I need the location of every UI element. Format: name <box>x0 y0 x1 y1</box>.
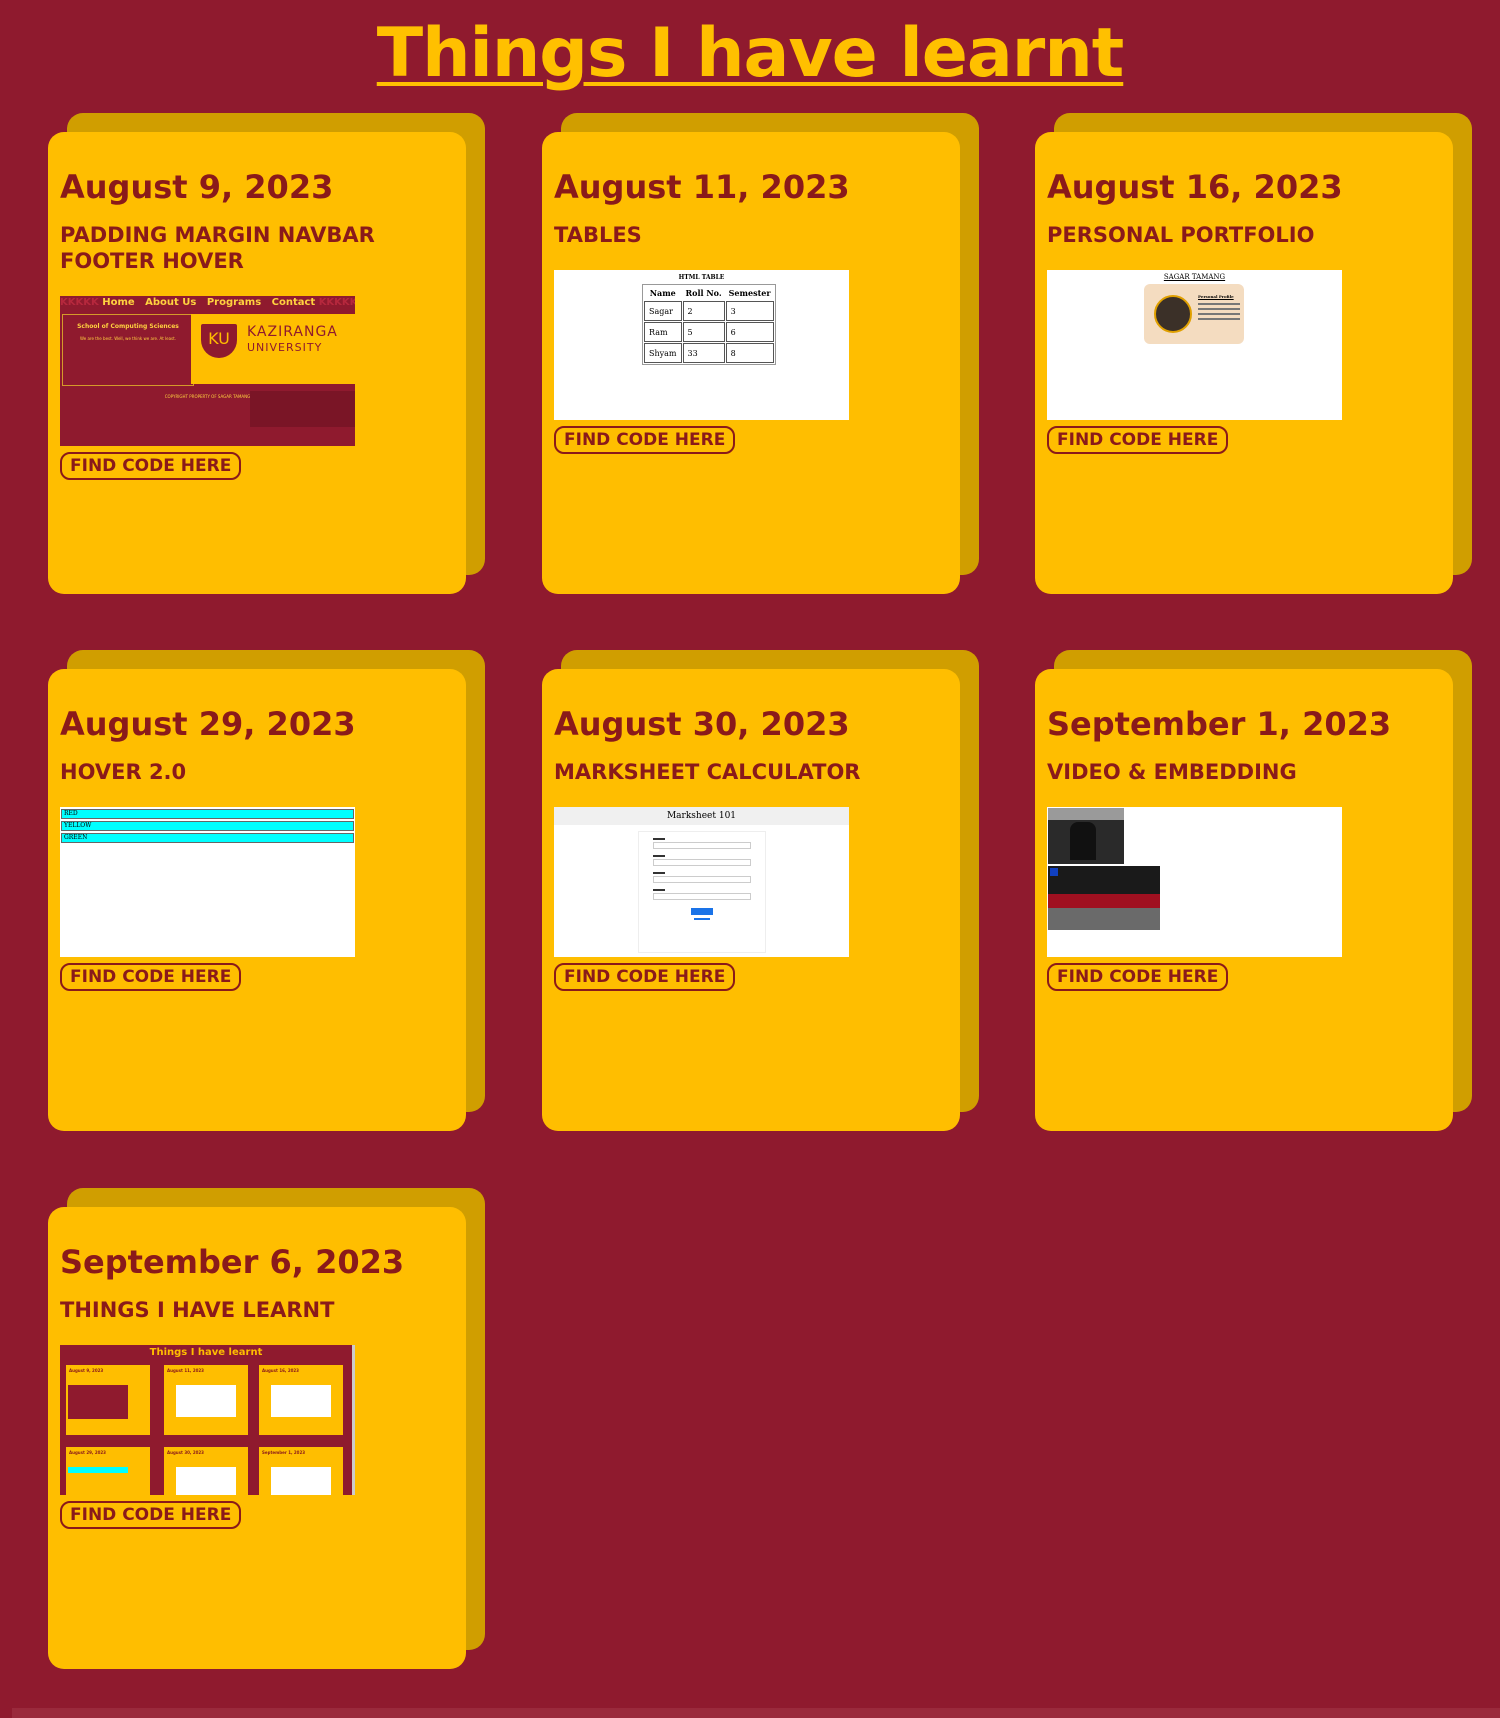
embedded-video <box>1048 866 1160 930</box>
bottom-strip <box>12 1708 1500 1718</box>
card-date: August 16, 2023 <box>1047 168 1343 206</box>
card-title: TABLES <box>554 223 642 247</box>
hover-bar: YELLOW <box>61 821 354 831</box>
find-code-button[interactable]: FIND CODE HERE <box>60 452 242 480</box>
table-row: Sagar 2 3 <box>644 301 774 321</box>
project-screenshot <box>1047 807 1342 957</box>
find-code-button[interactable]: FIND CODE HERE <box>554 426 736 454</box>
sample-table: Name Roll No. Semester Sagar 2 3 Ram 5 6… <box>642 284 776 365</box>
submit-button <box>691 908 713 915</box>
project-screenshot: RED YELLOW GREEN <box>60 807 355 957</box>
card-date: August 29, 2023 <box>60 705 356 743</box>
find-code-button[interactable]: FIND CODE HERE <box>1047 426 1229 454</box>
mini-card: August 29, 2023 <box>66 1447 150 1495</box>
card-date: August 30, 2023 <box>554 705 850 743</box>
card-title: PADDING MARGIN NAVBAR FOOTER HOVER <box>60 223 375 273</box>
profile-lines: Personal Profile <box>1198 294 1240 323</box>
table-caption: HTML TABLE <box>678 274 725 281</box>
avatar <box>1154 295 1192 333</box>
card-body: August 16, 2023 PERSONAL PORTFOLIO SAGAR… <box>1035 132 1453 594</box>
marksheet-heading: Marksheet 101 <box>554 807 849 825</box>
card-title: HOVER 2.0 <box>60 760 187 784</box>
portfolio-name: SAGAR TAMANG <box>1163 273 1226 281</box>
find-code-button[interactable]: FIND CODE HERE <box>554 963 736 991</box>
card-body: September 1, 2023 VIDEO & EMBEDDING FIND… <box>1035 669 1453 1131</box>
card-title: PERSONAL PORTFOLIO <box>1047 223 1315 247</box>
card-body: September 6, 2023 THINGS I HAVE LEARNT T… <box>48 1207 466 1669</box>
page-title: Things I have learnt <box>376 14 1125 93</box>
project-screenshot: HTML TABLE Name Roll No. Semester Sagar … <box>554 270 849 420</box>
mini-card: August 9, 2023 <box>66 1365 150 1435</box>
project-card: August 9, 2023 PADDING MARGIN NAVBAR FOO… <box>48 113 485 597</box>
marksheet-form <box>638 831 766 953</box>
card-date: August 9, 2023 <box>60 168 334 206</box>
mini-title: Things I have learnt <box>149 1347 263 1358</box>
card-title: THINGS I HAVE LEARNT <box>60 1298 335 1322</box>
card-body: August 29, 2023 HOVER 2.0 RED YELLOW GRE… <box>48 669 466 1131</box>
card-date: September 1, 2023 <box>1047 705 1392 743</box>
project-card: September 1, 2023 VIDEO & EMBEDDING FIND… <box>1035 650 1472 1134</box>
project-screenshot: SAGAR TAMANG Personal Profile <box>1047 270 1342 420</box>
project-card: September 6, 2023 THINGS I HAVE LEARNT T… <box>48 1188 485 1672</box>
table-row: Ram 5 6 <box>644 322 774 342</box>
scrollbar <box>352 1345 355 1495</box>
project-screenshot: Marksheet 101 <box>554 807 849 957</box>
thumb-hero-text: School of Computing Sciences We are the … <box>62 314 194 386</box>
profile-card: Personal Profile <box>1144 284 1244 344</box>
project-card: August 30, 2023 MARKSHEET CALCULATOR Mar… <box>542 650 979 1134</box>
card-body: August 30, 2023 MARKSHEET CALCULATOR Mar… <box>542 669 960 1131</box>
card-body: August 9, 2023 PADDING MARGIN NAVBAR FOO… <box>48 132 466 594</box>
ku-logo-mark: KU <box>201 324 237 358</box>
card-date: September 6, 2023 <box>60 1243 405 1281</box>
result-text <box>694 918 710 920</box>
project-card: August 11, 2023 TABLES HTML TABLE Name R… <box>542 113 979 597</box>
card-body: August 11, 2023 TABLES HTML TABLE Name R… <box>542 132 960 594</box>
mini-card: August 16, 2023 <box>259 1365 343 1435</box>
thumb-navbar: KKKKK Home About Us Programs Contact KKK… <box>60 296 355 310</box>
project-screenshot: Things I have learnt August 9, 2023 Augu… <box>60 1345 355 1495</box>
logo-name: KAZIRANGA UNIVERSITY <box>247 324 338 354</box>
hover-bar: RED <box>61 809 354 819</box>
card-title: MARKSHEET CALCULATOR <box>554 760 861 784</box>
project-screenshot: KKKKK Home About Us Programs Contact KKK… <box>60 296 355 446</box>
thumb-block <box>250 391 355 427</box>
table-row: Shyam 33 8 <box>644 343 774 363</box>
mini-card: September 1, 2023 <box>259 1447 343 1495</box>
project-card: August 16, 2023 PERSONAL PORTFOLIO SAGAR… <box>1035 113 1472 597</box>
card-date: August 11, 2023 <box>554 168 850 206</box>
card-title: VIDEO & EMBEDDING <box>1047 760 1297 784</box>
mini-card: August 11, 2023 <box>164 1365 248 1435</box>
find-code-button[interactable]: FIND CODE HERE <box>60 1501 242 1529</box>
project-card: August 29, 2023 HOVER 2.0 RED YELLOW GRE… <box>48 650 485 1134</box>
find-code-button[interactable]: FIND CODE HERE <box>60 963 242 991</box>
find-code-button[interactable]: FIND CODE HERE <box>1047 963 1229 991</box>
mini-card: August 30, 2023 <box>164 1447 248 1495</box>
hover-bar: GREEN <box>61 833 354 843</box>
video-thumbnail <box>1048 808 1124 864</box>
university-logo: KU KAZIRANGA UNIVERSITY <box>191 314 355 384</box>
